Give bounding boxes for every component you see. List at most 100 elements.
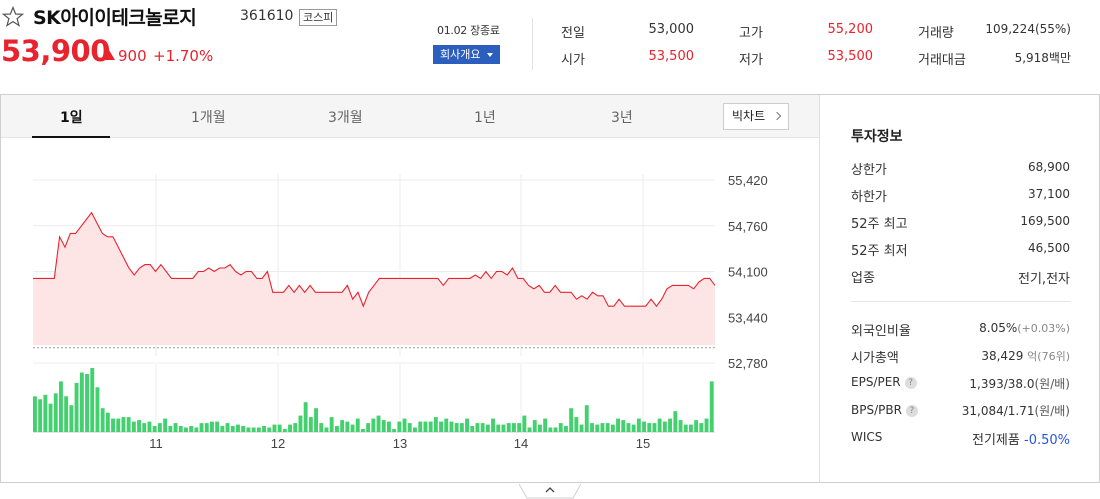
x-tick-label: 15 [636,436,650,451]
volume-bar [413,427,417,432]
volume-bar [381,420,386,432]
wics-sector[interactable]: 전기제품 [972,433,1020,448]
volume-bar [496,424,501,432]
volume-bar [308,417,313,432]
volume-bar [69,405,74,432]
volume-bar [480,423,485,432]
x-tick-label: 12 [271,436,285,451]
y-tick-label: 55,420 [728,173,768,188]
info-value-wics[interactable]: 전기제품 -0.50% [972,429,1070,448]
quote-label-high: 고가 [739,26,763,41]
company-overview-label: 회사개요 [440,48,481,61]
info-label-foreign-ratio: 외국인비율 [851,324,911,339]
volume-bar [428,421,433,432]
volume-bar [454,423,459,432]
volume-bar [470,426,475,432]
volume-bar [225,423,230,432]
volume-bar [709,381,714,432]
help-icon[interactable]: ? [905,405,918,417]
volume-bar [522,415,527,432]
volume-bar [673,411,678,432]
company-overview-button[interactable]: 회사개요 [433,45,500,64]
volume-bar [485,424,490,432]
volume-bar [215,421,220,432]
volume-bar [220,426,225,432]
tab-3month[interactable]: 3개월 [328,107,363,127]
volume-bar [194,427,199,432]
volume-bar [433,417,438,432]
x-axis-ticks: 11 12 13 14 15 [149,436,650,451]
volume-bar [662,421,667,432]
price-change: 900 [118,47,147,65]
volume-bar [579,424,584,432]
volume-bar [303,402,308,432]
volume-bar [569,408,574,432]
volume-bar [595,424,600,432]
volume-bar [90,368,95,432]
quote-value-open: 53,500 [648,49,695,64]
volume-bar [553,427,558,432]
chart-panel: 1일 1개월 3개월 1년 3년 빅차트 55,420 54,760 54,100 5… [1,95,820,482]
quote-label-volume: 거래량 [918,26,954,41]
tab-1year[interactable]: 1년 [474,107,496,127]
volume-bar [636,418,641,432]
price-area [33,212,715,345]
tab-1day[interactable]: 1일 [60,107,83,127]
volume-bar [527,427,532,432]
eps-per-label: EPS/PER [851,375,901,389]
x-tick-label: 14 [514,436,528,451]
volume-bar [256,427,261,432]
period-tabs: 1일 1개월 3개월 1년 3년 빅차트 [1,95,819,138]
y-tick-label: 53,440 [728,310,768,325]
volume-bar [53,393,58,432]
volume-bar [43,394,48,432]
volume-bar [319,423,324,432]
volume-bar [116,418,121,432]
volume-bar [324,427,329,432]
info-label-52w-low: 52주 최저 [851,244,908,259]
volume-bar [605,423,610,432]
volume-bar [267,427,272,432]
divider [532,18,533,70]
volume-bar [652,423,657,432]
quote-label-open: 시가 [561,53,585,68]
volume-bar [142,423,147,432]
favorite-star-icon[interactable] [2,6,24,28]
volume-bar [590,423,594,432]
volume-bar [626,423,631,432]
tab-1month[interactable]: 1개월 [191,107,226,127]
volume-bar [584,405,589,432]
collapse-chart-button[interactable] [519,482,581,499]
volume-bar [459,423,464,432]
volume-bar [314,408,318,432]
volume-bar [407,423,412,432]
quote-value-high: 55,200 [827,22,874,37]
big-chart-button[interactable]: 빅차트 [723,103,789,130]
volume-bar [272,424,277,432]
stock-name: SK아이이테크놀로지 [33,7,197,29]
volume-bar [668,418,672,432]
market-date-status: 01.02 장종료 [437,24,500,37]
bps-pbr-value: 31,084/1.71 [961,404,1035,418]
volume-bar [397,421,402,432]
volume-bar [85,374,89,432]
volume-bar [345,421,350,432]
volume-bar [543,418,548,432]
up-arrow-icon [103,50,115,60]
stock-header: SK아이이테크놀로지 361610 코스피 53,900 900 +1.70% … [0,0,1100,92]
volume-bar [121,417,126,432]
volume-bar [189,426,194,432]
volume-bar [230,426,235,432]
info-value-lower-limit: 37,100 [1028,187,1070,201]
volume-bar [387,421,391,432]
volume-bar [538,424,542,432]
volume-bar [163,418,168,432]
current-price: 53,900 [1,34,110,68]
info-value-upper-limit: 68,900 [1028,160,1070,174]
help-icon[interactable]: ? [904,377,917,389]
volume-bar [262,426,266,432]
volume-bar [423,421,428,432]
tab-3year[interactable]: 3년 [611,107,633,127]
market-badge: 코스피 [299,9,338,26]
y-tick-label: 52,780 [728,356,768,371]
